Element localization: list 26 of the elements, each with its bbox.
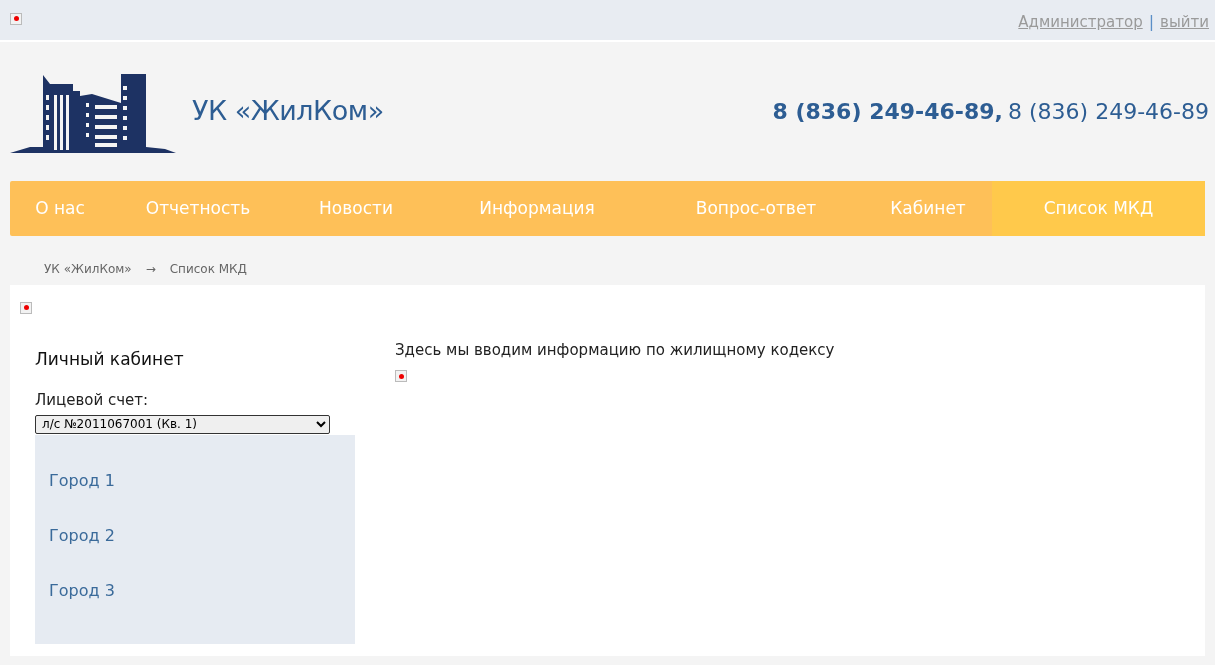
sidebar-title: Личный кабинет xyxy=(35,348,185,371)
account-select[interactable]: л/с №2011067001 (Кв. 1) xyxy=(35,414,330,434)
nav-tab[interactable]: Отчетность xyxy=(110,181,286,236)
broken-image-icon xyxy=(395,370,407,382)
phone-number: 8 (836) 249-46-89, xyxy=(772,99,1003,124)
breadcrumb-item[interactable]: УК «ЖилКом» xyxy=(44,260,132,285)
logout-link[interactable]: выйти xyxy=(1160,10,1209,34)
nav-tab[interactable]: Список МКД xyxy=(992,181,1205,236)
menu-item[interactable]: Город 2 xyxy=(35,524,355,579)
nav-tab[interactable]: Вопрос-ответ xyxy=(648,181,864,236)
broken-image-icon xyxy=(10,12,22,25)
breadcrumb-separator: → xyxy=(145,261,156,278)
menu-item[interactable]: Город 3 xyxy=(35,579,355,634)
user-link[interactable]: Администратор xyxy=(1018,10,1143,34)
menu-item[interactable]: Город 1 xyxy=(35,469,355,524)
breadcrumb-item: Список МКД xyxy=(169,261,247,278)
nav-tab[interactable]: Кабинет xyxy=(864,181,992,236)
nav-tab[interactable]: Информация xyxy=(426,181,648,236)
nav-tab[interactable]: О нас xyxy=(10,181,110,236)
company-name: УК «ЖилКом» xyxy=(192,94,384,129)
content-text: Здесь мы вводим информацию по жилищному кодексу xyxy=(395,340,835,361)
nav-tab[interactable]: Новости xyxy=(286,181,426,236)
separator: | xyxy=(1148,11,1155,33)
broken-image-icon xyxy=(20,301,32,314)
field-label: Лицевой счет: xyxy=(35,389,150,411)
phone-number: 8 (836) 249-46-89 xyxy=(1008,99,1209,124)
